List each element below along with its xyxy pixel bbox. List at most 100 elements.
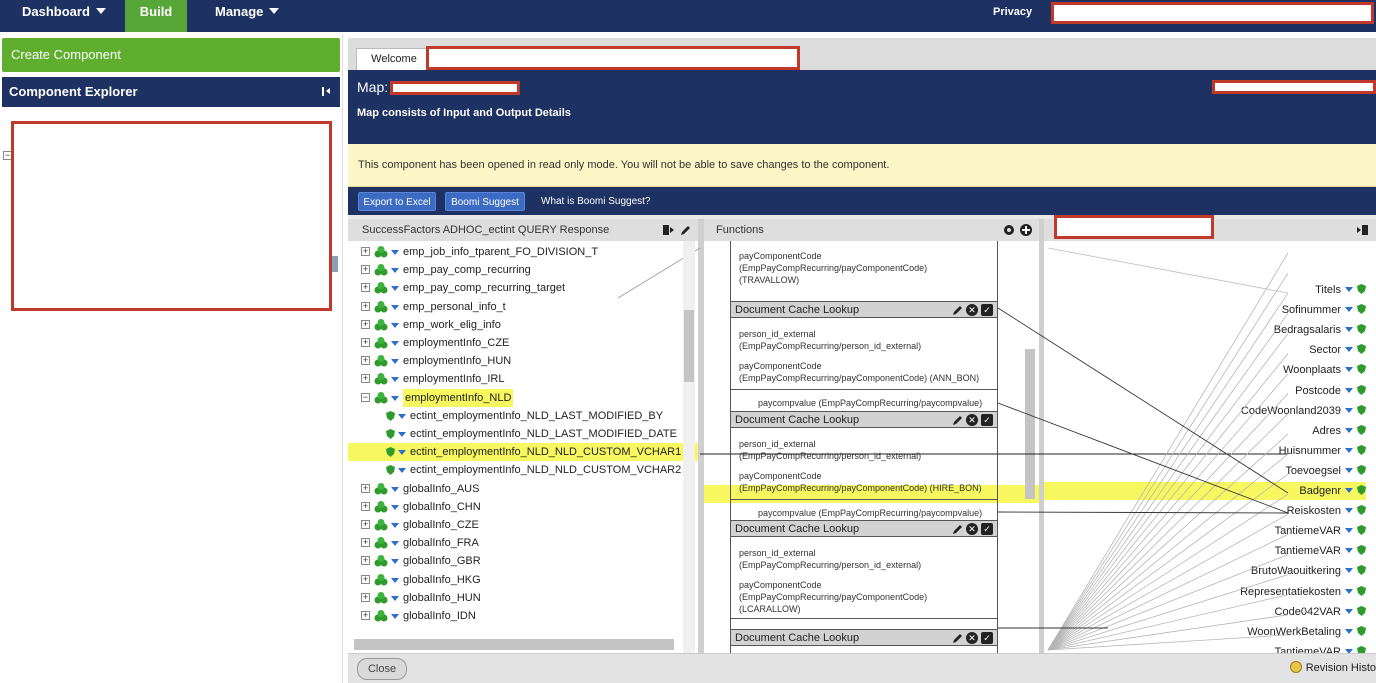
destination-tree-row[interactable]: Sofinummer xyxy=(1282,301,1366,319)
pencil-icon[interactable] xyxy=(680,224,692,236)
source-tree-row[interactable]: ectint_employmentInfo_NLD_LAST_MODIFIED_… xyxy=(348,407,698,425)
document-cache-lookup-1[interactable]: Document Cache Lookup ✕ ✓ xyxy=(731,301,997,318)
destination-tree-row[interactable]: Badgenr xyxy=(1044,482,1366,500)
function-input[interactable]: person_id_external xyxy=(739,438,816,450)
expand-icon[interactable]: + xyxy=(361,265,370,275)
remove-icon[interactable]: ✕ xyxy=(966,414,978,426)
pencil-icon[interactable] xyxy=(952,304,964,316)
source-tree-row[interactable]: + globalInfo_GBR xyxy=(348,552,698,570)
expand-icon[interactable]: + xyxy=(361,574,370,584)
revision-history-link[interactable]: Revision Histo xyxy=(1289,661,1376,674)
privacy-link[interactable]: Privacy xyxy=(993,0,1032,24)
unmap-icon[interactable] xyxy=(663,224,675,236)
destination-tree-row[interactable]: Toevoegsel xyxy=(1285,462,1366,480)
destination-tree-row[interactable]: Titels xyxy=(1315,281,1366,299)
checkbox-icon[interactable]: ✓ xyxy=(981,523,993,535)
nav-build[interactable]: Build xyxy=(125,0,187,32)
expand-icon[interactable]: + xyxy=(361,520,370,529)
expand-icon[interactable]: + xyxy=(361,556,370,566)
source-tree-row[interactable]: + globalInfo_AUS xyxy=(348,480,698,498)
expand-icon[interactable]: + xyxy=(361,592,370,602)
function-output[interactable]: paycompvalue (EmpPayCompRecurring/paycom… xyxy=(758,397,982,409)
expand-icon[interactable]: + xyxy=(361,338,370,347)
function-input[interactable]: person_id_external xyxy=(739,328,816,340)
source-tree-row[interactable]: + emp_job_info_tparent_FO_DIVISION_T xyxy=(348,243,698,261)
checkbox-icon[interactable]: ✓ xyxy=(981,632,993,644)
source-tree-row[interactable]: + globalInfo_CHN xyxy=(348,498,698,516)
functions-scrollbar[interactable] xyxy=(1025,349,1035,499)
expand-icon[interactable]: + xyxy=(361,538,370,548)
nav-manage[interactable]: Manage xyxy=(215,0,280,32)
source-tree-row[interactable]: − employmentInfo_NLD xyxy=(348,388,698,407)
expand-icon[interactable]: + xyxy=(361,301,370,311)
pencil-icon[interactable] xyxy=(952,523,964,535)
source-scrollbar-thumb[interactable] xyxy=(684,310,694,382)
collapse-icon[interactable]: − xyxy=(361,392,370,402)
document-cache-lookup-2[interactable]: Document Cache Lookup ✕ ✓ xyxy=(731,411,997,428)
destination-tree-row[interactable]: Huisnummer xyxy=(1279,442,1366,460)
source-tree-row[interactable]: + globalInfo_HUN xyxy=(348,589,698,607)
nav-dashboard[interactable]: Dashboard xyxy=(22,0,106,32)
destination-tree-row[interactable]: Adres xyxy=(1312,422,1366,440)
source-tree-row[interactable]: + emp_pay_comp_recurring xyxy=(348,261,698,279)
destination-tree-row[interactable]: WoonWerkBetaling xyxy=(1247,623,1366,641)
tab-welcome[interactable]: Welcome xyxy=(356,48,432,70)
boomi-suggest-button[interactable]: Boomi Suggest xyxy=(445,192,525,211)
source-tree-row[interactable]: ectint_employmentInfo_NLD_LAST_MODIFIED_… xyxy=(348,425,698,443)
source-tree-row[interactable]: + globalInfo_IDN xyxy=(348,607,698,625)
unmap-icon[interactable] xyxy=(1356,224,1368,236)
source-tree-row[interactable]: + employmentInfo_CZE xyxy=(348,334,698,352)
expand-icon[interactable]: + xyxy=(361,501,370,511)
destination-tree-row[interactable]: TantiemeVAR xyxy=(1275,643,1366,653)
destination-tree-row[interactable]: Sector xyxy=(1309,341,1366,359)
create-component-button[interactable]: Create Component xyxy=(2,38,340,72)
close-button[interactable]: Close xyxy=(357,658,407,680)
destination-tree-row[interactable]: Code042VAR xyxy=(1275,603,1366,621)
function-input[interactable]: payComponentCode xyxy=(739,579,822,591)
remove-icon[interactable]: ✕ xyxy=(966,632,978,644)
destination-tree-row[interactable]: Postcode xyxy=(1295,382,1366,400)
expand-icon[interactable]: + xyxy=(361,611,370,620)
destination-tree-row[interactable]: TantiemeVAR xyxy=(1275,522,1366,540)
expand-icon[interactable]: + xyxy=(361,356,370,366)
function-input[interactable]: payComponentCode xyxy=(739,250,822,262)
destination-tree-row[interactable]: Reiskosten xyxy=(1287,502,1366,520)
export-to-excel-button[interactable]: Export to Excel xyxy=(358,192,436,211)
collapse-panel-icon[interactable] xyxy=(322,87,332,96)
explorer-scrollbar[interactable] xyxy=(331,256,338,272)
expand-icon[interactable]: + xyxy=(361,247,370,256)
source-horizontal-scrollbar[interactable] xyxy=(354,639,674,650)
destination-tree-row[interactable]: TantiemeVAR xyxy=(1275,542,1366,560)
function-output[interactable]: paycompvalue (EmpPayCompRecurring/paycom… xyxy=(758,507,982,519)
checkbox-icon[interactable]: ✓ xyxy=(981,414,993,426)
source-tree-row[interactable]: ectint_employmentInfo_NLD_NLD_CUSTOM_VCH… xyxy=(348,461,698,479)
destination-tree-row[interactable]: Representatiekosten xyxy=(1240,583,1366,601)
checkbox-icon[interactable]: ✓ xyxy=(981,304,993,316)
document-cache-lookup-3[interactable]: Document Cache Lookup ✕ ✓ xyxy=(731,520,997,537)
function-input[interactable]: person_id_external xyxy=(739,547,816,559)
destination-tree-row[interactable]: Woonplaats xyxy=(1283,361,1366,379)
source-tree-row[interactable]: + globalInfo_FRA xyxy=(348,534,698,552)
pencil-icon[interactable] xyxy=(952,632,964,644)
source-tree-row[interactable]: + globalInfo_HKG xyxy=(348,571,698,589)
source-tree-row[interactable]: ectint_employmentInfo_NLD_NLD_CUSTOM_VCH… xyxy=(348,443,698,462)
remove-icon[interactable]: ✕ xyxy=(966,304,978,316)
function-input[interactable]: payComponentCode xyxy=(739,360,822,372)
source-tree-row[interactable]: + emp_personal_info_t xyxy=(348,298,698,316)
document-cache-lookup-4[interactable]: Document Cache Lookup ✕ ✓ xyxy=(731,629,997,646)
destination-tree-row[interactable]: CodeWoonland2039 xyxy=(1241,402,1366,420)
gear-icon[interactable] xyxy=(1003,224,1015,236)
expand-icon[interactable]: + xyxy=(361,283,370,293)
pencil-icon[interactable] xyxy=(952,414,964,426)
expand-icon[interactable]: + xyxy=(361,483,370,493)
expand-icon[interactable]: + xyxy=(361,374,370,384)
expand-icon[interactable]: + xyxy=(361,319,370,329)
destination-tree-row[interactable]: Bedragsalaris xyxy=(1274,321,1366,339)
source-tree-row[interactable]: + emp_pay_comp_recurring_target xyxy=(348,279,698,297)
source-tree-row[interactable]: + employmentInfo_IRL xyxy=(348,370,698,388)
function-input[interactable]: payComponentCode xyxy=(739,470,822,482)
add-function-icon[interactable] xyxy=(1020,224,1032,236)
remove-icon[interactable]: ✕ xyxy=(966,523,978,535)
source-tree-row[interactable]: + globalInfo_CZE xyxy=(348,516,698,534)
what-is-boomi-suggest-link[interactable]: What is Boomi Suggest? xyxy=(541,192,651,211)
